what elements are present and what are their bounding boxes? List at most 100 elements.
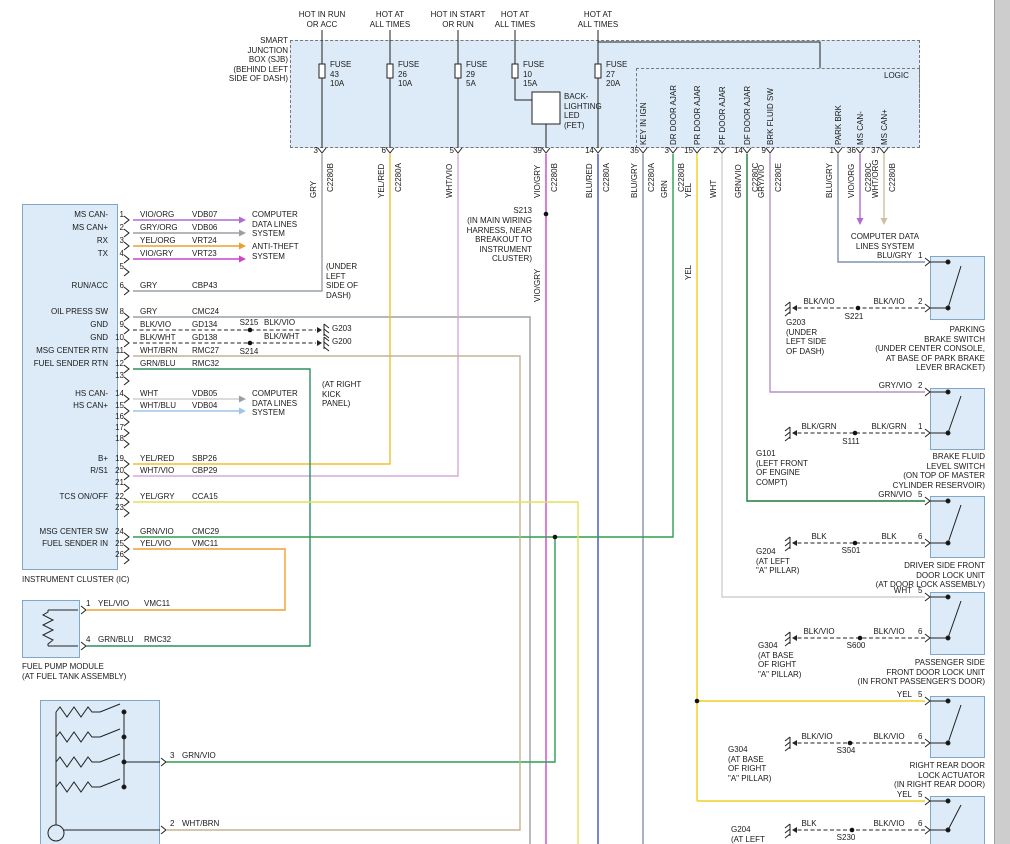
cluster-circuit-code: RMC27	[192, 346, 238, 356]
splice-dots	[248, 212, 863, 833]
unit-caption: BRAKE FLUID LEVEL SWITCH (ON TOP OF MAST…	[835, 452, 985, 490]
connector-label: C2280B	[326, 163, 335, 192]
fuse-label: FUSE 27 20A	[606, 60, 634, 89]
wire-color-label: BLU/RED	[585, 163, 594, 198]
cluster-row: MSG CENTER SW24GRN/VIOCMC29	[26, 527, 252, 537]
cluster-wire-color: BLK/WHT	[124, 333, 192, 343]
wire-color-label: GRY	[309, 181, 318, 198]
cluster-wire-color: YEL/VIO	[124, 539, 192, 549]
cluster-row: 5	[26, 262, 252, 272]
wire-color-label: GRY/VIO	[757, 165, 766, 198]
logic-input-label: PF DOOR AJAR	[718, 86, 727, 145]
pin-number: 4	[86, 635, 96, 645]
cluster-pin: 2	[112, 223, 124, 233]
cluster-circuit-code: VDB06	[192, 223, 238, 233]
cluster-circuit-code: SBP26	[192, 454, 238, 464]
scrollbar-track[interactable]	[994, 0, 1010, 844]
cluster-left-label: R/S1	[26, 466, 112, 476]
cluster-row: MSG CENTER RTN11WHT/BRNRMC27	[26, 346, 252, 356]
system-ref-label: COMPUTER DATA LINES SYSTEM	[846, 232, 924, 251]
ground-note: (UNDER LEFT SIDE OF DASH)	[326, 262, 370, 300]
cluster-left-label	[26, 478, 112, 488]
wire-color-label: BLK/VIO	[796, 297, 842, 307]
splice-label: S304	[830, 746, 862, 756]
cluster-row: R/S120WHT/VIOCBP29	[26, 466, 252, 476]
cluster-circuit-code: CBP29	[192, 466, 238, 476]
cluster-left-label: RX	[26, 236, 112, 246]
pin-number: 2	[918, 297, 928, 307]
splice-label: S214	[236, 347, 262, 357]
fuse-label: FUSE 29 5A	[466, 60, 494, 89]
splice-label: S600	[840, 641, 872, 651]
pin-number: 2	[170, 819, 180, 829]
cluster-row: 18	[26, 434, 252, 444]
cluster-pin: 14	[112, 389, 124, 399]
cluster-left-label: TCS ON/OFF	[26, 492, 112, 502]
cluster-left-label: HS CAN+	[26, 401, 112, 411]
connector-label: C2280B	[550, 163, 559, 192]
pin-number: 6	[918, 532, 928, 542]
wire-color-label: VIO/ORG	[847, 164, 856, 198]
pin-number: 14	[578, 146, 594, 156]
module-caption: FUEL PUMP MODULE (AT FUEL TANK ASSEMBLY)	[22, 662, 142, 681]
cluster-circuit-code	[192, 478, 238, 488]
cluster-circuit-code: VMC11	[192, 539, 238, 549]
cluster-row: GND10BLK/WHTGD138	[26, 333, 252, 343]
cluster-wire-color: VIO/ORG	[124, 210, 192, 220]
cluster-wire-color	[124, 371, 192, 381]
fuse-label: FUSE 26 10A	[398, 60, 426, 89]
pin-number: 6	[918, 819, 928, 829]
cluster-left-label	[26, 550, 112, 560]
pin-number: 37	[864, 146, 880, 156]
cluster-circuit-code	[192, 262, 238, 272]
cluster-row: HS CAN+15WHT/BLUVDB04	[26, 401, 252, 411]
wire-color-label: BLK/VIO	[864, 732, 914, 742]
cluster-row: TCS ON/OFF22YEL/GRYCCA15	[26, 492, 252, 502]
fuel-pump-module-box	[22, 600, 80, 658]
cluster-left-label: FUEL SENDER IN	[26, 539, 112, 549]
cluster-row: TX4VIO/GRYVRT23	[26, 249, 252, 259]
cluster-row: RX3YEL/ORGVRT24	[26, 236, 252, 246]
cluster-left-label	[26, 434, 112, 444]
cluster-pin: 12	[112, 359, 124, 369]
pin-number: 36	[840, 146, 856, 156]
cluster-circuit-code: VRT24	[192, 236, 238, 246]
pin-number: 6	[918, 627, 928, 637]
wire-color-label: VIO/GRY	[533, 269, 542, 302]
pin-number: 5	[438, 146, 454, 156]
pin-number: 1	[918, 422, 928, 432]
wire-color-label: WHT/ORG	[871, 159, 880, 198]
wire-color-label: BLU/GRY	[858, 251, 912, 261]
unit-caption: RIGHT REAR DOOR LOCK ACTUATOR (IN RIGHT …	[835, 761, 985, 790]
splice-label: S230	[830, 833, 862, 843]
cluster-circuit-code: GD134	[192, 320, 238, 330]
cluster-row: FUEL SENDER RTN12GRN/BLURMC32	[26, 359, 252, 369]
cluster-pin: 18	[112, 434, 124, 444]
pin-number: 3	[302, 146, 318, 156]
ground-note: G204 (AT LEFT "A" PILLAR)	[756, 547, 814, 576]
logic-input-label: DF DOOR AJAR	[743, 86, 752, 145]
cluster-left-label: GND	[26, 333, 112, 343]
cluster-left-label: GND	[26, 320, 112, 330]
wire-color-label: BLK	[788, 819, 830, 829]
cluster-circuit-code: CMC29	[192, 527, 238, 537]
wire-color-label: WHT/BRN	[182, 819, 224, 829]
ground-symbols	[317, 302, 797, 838]
cluster-left-label: FUEL SENDER RTN	[26, 359, 112, 369]
cluster-row: 23	[26, 503, 252, 513]
wire-color-label: YEL	[684, 265, 693, 280]
wire-color-label: GRN/VIO	[858, 490, 912, 500]
cluster-wire-color: VIO/GRY	[124, 249, 192, 259]
cluster-circuit-code: VDB07	[192, 210, 238, 220]
cluster-row: GND9BLK/VIOGD134	[26, 320, 252, 330]
cluster-pin: 25	[112, 539, 124, 549]
wire-color-label: BLK/VIO	[864, 819, 914, 829]
system-ref-label: ANTI-THEFT SYSTEM	[252, 242, 308, 261]
backlighting-label: BACK- LIGHTING LED (FET)	[564, 92, 606, 130]
logic-input-label: DR DOOR AJAR	[669, 85, 678, 145]
splice-label: S215	[236, 318, 262, 328]
cluster-wire-color: WHT/VIO	[124, 466, 192, 476]
wire-color-label: YEL	[858, 690, 912, 700]
circuit-code: VMC11	[144, 599, 180, 609]
brake-fluid-switch-box	[930, 388, 985, 450]
